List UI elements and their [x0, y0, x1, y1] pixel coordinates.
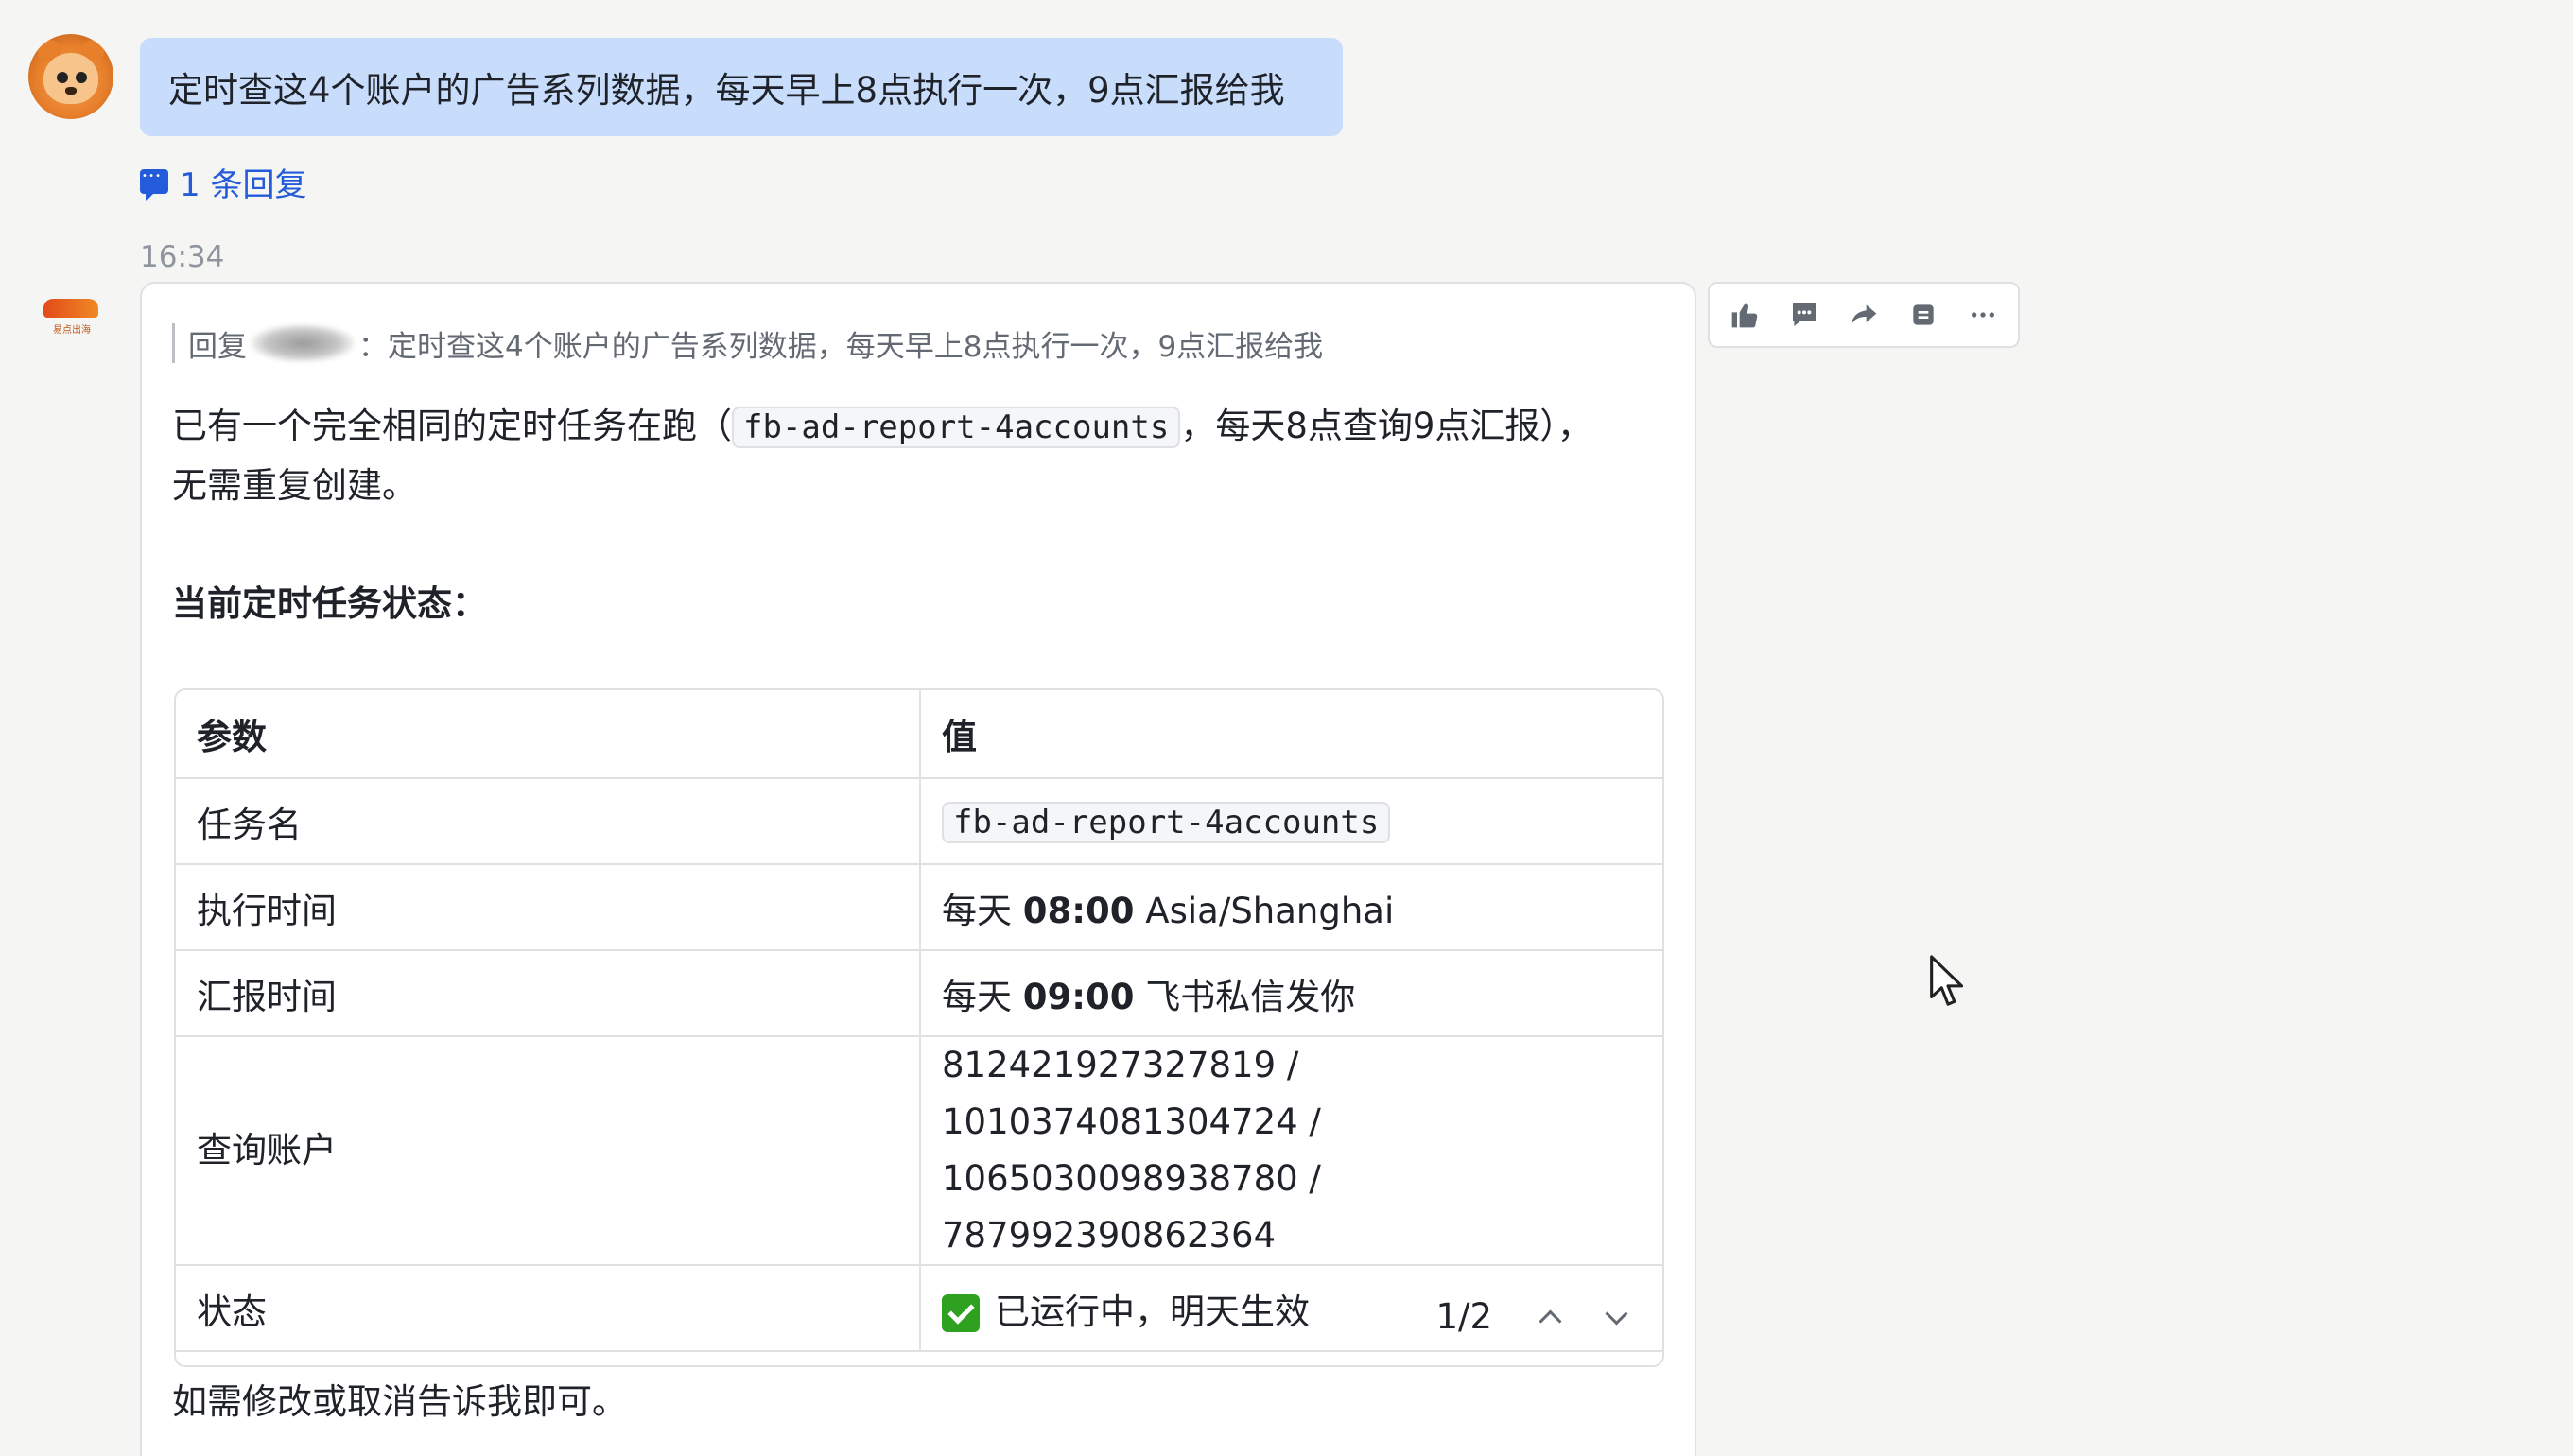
user-message-bubble[interactable]: 定时查这4个账户的广告系列数据，每天早上8点执行一次，9点汇报给我 — [140, 38, 1343, 136]
table-header-row: 参数 值 — [176, 690, 1662, 779]
user-avatar[interactable] — [28, 34, 113, 119]
quote-text: ：定时查这4个账户的广告系列数据，每天早上8点执行一次，9点汇报给我 — [358, 329, 1324, 364]
chevron-down-icon[interactable] — [1606, 1308, 1625, 1326]
footer-text: 如需修改或取消告诉我即可。 — [172, 1381, 627, 1422]
task-name-code: fb-ad-report-4accounts — [942, 802, 1391, 843]
row-param: 查询账户 — [176, 1036, 921, 1266]
status-text: 已运行中，明天生效 — [995, 1291, 1310, 1332]
value-time: 09:00 — [1022, 976, 1135, 1017]
bot-logo-text: 易点出海 — [53, 325, 91, 336]
header-param: 参数 — [176, 690, 921, 779]
chevron-up-icon[interactable] — [1539, 1308, 1558, 1326]
comment-icon[interactable] — [1778, 288, 1831, 341]
pager-label: 1/2 — [1435, 1296, 1492, 1337]
thread-reply-link[interactable]: 1 条回复 — [140, 161, 307, 204]
avatar-nose — [65, 87, 77, 95]
value-suffix: 飞书私信发你 — [1134, 976, 1356, 1017]
table-row: 查询账户 812421927327819 / 1010374081304724 … — [176, 1036, 1662, 1266]
forward-icon[interactable] — [1837, 288, 1890, 341]
header-value: 值 — [920, 690, 1662, 779]
section-title: 当前定时任务状态： — [172, 583, 487, 624]
accounts-line-2: 1065030098938780 / 787992390862364 — [942, 1158, 1321, 1256]
avatar-eye — [57, 72, 68, 83]
row-value: 每天 08:00 Asia/Shanghai — [920, 864, 1662, 951]
thread-reply-label: 1 条回复 — [180, 165, 307, 204]
row-param: 任务名 — [176, 778, 921, 865]
thread-icon — [140, 169, 168, 201]
intro-text-before: 已有一个完全相同的定时任务在跑（ — [172, 406, 732, 446]
row-value: 每天 09:00 飞书私信发你 — [920, 950, 1662, 1037]
pin-icon[interactable] — [1897, 288, 1950, 341]
avatar-face — [43, 53, 98, 104]
table-row: 任务名 fb-ad-report-4accounts — [176, 778, 1662, 865]
message-action-toolbar — [1708, 282, 2020, 348]
intro-paragraph: 已有一个完全相同的定时任务在跑（ fb-ad-report-4accounts ，每… — [172, 397, 1609, 515]
row-value: 812421927327819 / 1010374081304724 / 106… — [920, 1036, 1662, 1266]
row-param: 状态 — [176, 1265, 921, 1352]
bot-logo-mark — [43, 299, 98, 318]
row-param: 执行时间 — [176, 864, 921, 951]
message-timestamp: 16:34 — [140, 240, 225, 274]
chat-stage: 定时查这4个账户的广告系列数据，每天早上8点执行一次，9点汇报给我 1 条回复 … — [0, 0, 2573, 1456]
value-prefix: 每天 — [942, 976, 1023, 1017]
table-pager: 1/2 — [1435, 1296, 1625, 1337]
redacted-username — [251, 324, 355, 362]
more-icon[interactable] — [1956, 288, 2009, 341]
reply-quote[interactable]: 回复 ：定时查这4个账户的广告系列数据，每天早上8点执行一次，9点汇报给我 — [172, 323, 1324, 364]
table-row: 汇报时间 每天 09:00 飞书私信发你 — [176, 950, 1662, 1037]
check-icon — [942, 1294, 980, 1332]
bot-message-card: 回复 ：定时查这4个账户的广告系列数据，每天早上8点执行一次，9点汇报给我 已有… — [140, 282, 1696, 1456]
status-table-container: 参数 值 任务名 fb-ad-report-4accounts 执行时间 每天 … — [174, 688, 1664, 1367]
value-suffix: Asia/Shanghai — [1134, 890, 1395, 931]
quote-prefix: 回复 — [188, 329, 247, 364]
row-value: fb-ad-report-4accounts — [920, 778, 1662, 865]
bot-avatar[interactable]: 易点出海 — [43, 299, 100, 344]
avatar-eye — [76, 72, 87, 83]
status-table: 参数 值 任务名 fb-ad-report-4accounts 执行时间 每天 … — [176, 690, 1662, 1352]
thumbs-up-icon[interactable] — [1718, 288, 1771, 341]
accounts-line-1: 812421927327819 / 1010374081304724 / — [942, 1045, 1321, 1142]
table-row: 执行时间 每天 08:00 Asia/Shanghai — [176, 864, 1662, 951]
mouse-cursor-icon — [1930, 955, 1964, 1006]
user-message-text: 定时查这4个账户的广告系列数据，每天早上8点执行一次，9点汇报给我 — [168, 70, 1285, 111]
inline-code-task-name: fb-ad-report-4accounts — [732, 407, 1181, 448]
row-param: 汇报时间 — [176, 950, 921, 1037]
value-time: 08:00 — [1022, 890, 1135, 931]
value-prefix: 每天 — [942, 890, 1023, 931]
